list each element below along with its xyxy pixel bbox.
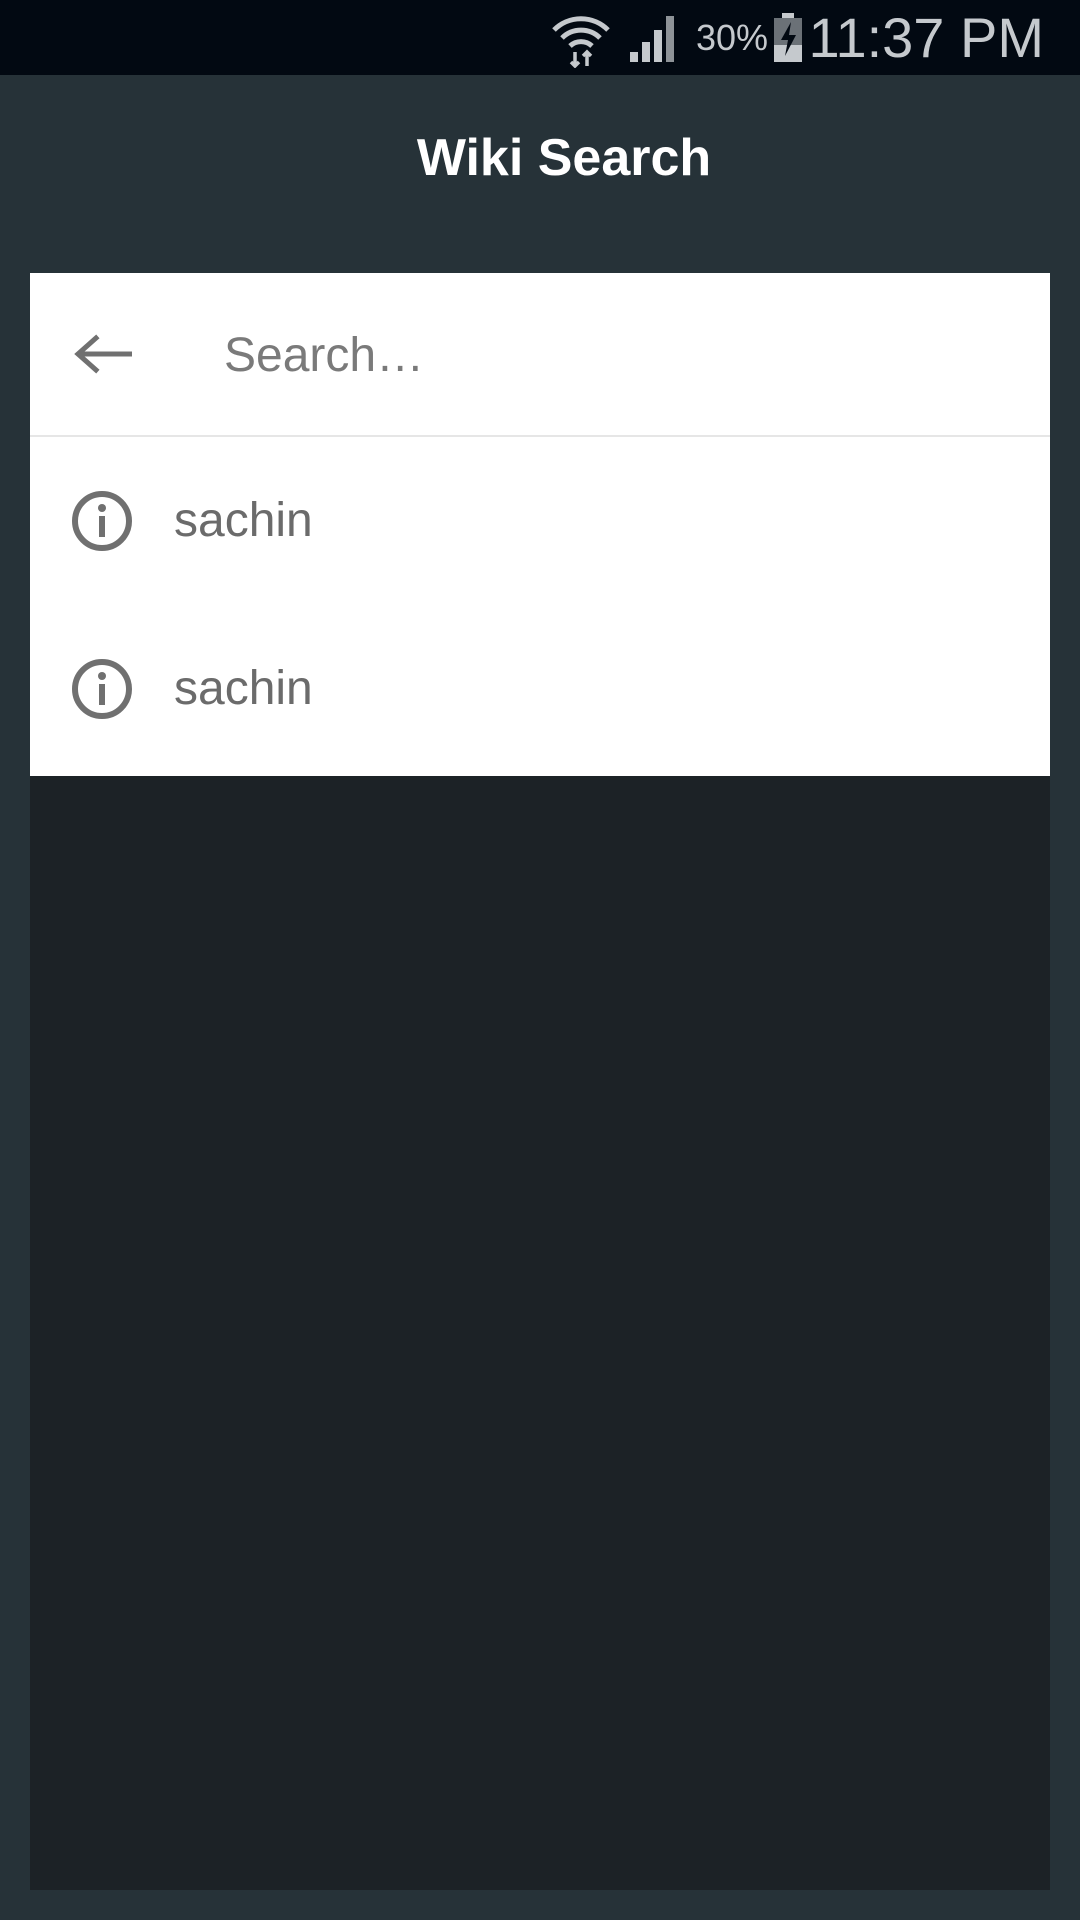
suggestion-item[interactable]: sachin <box>30 437 1050 605</box>
search-input[interactable] <box>222 309 1006 401</box>
info-icon <box>72 491 132 551</box>
app-bar: Wiki Search <box>0 75 1080 247</box>
suggestion-item[interactable]: sachin <box>30 605 1050 773</box>
search-bar <box>30 273 1050 437</box>
arrow-left-icon <box>74 334 132 374</box>
wifi-icon <box>550 0 612 75</box>
search-card: sachin sachin <box>30 273 1050 776</box>
page-title: Wiki Search <box>416 129 712 187</box>
clock: 11:37 PM <box>808 6 1044 69</box>
info-icon <box>72 659 132 719</box>
back-button[interactable] <box>68 319 138 389</box>
battery-percent: 30% <box>696 17 769 58</box>
suggestion-label: sachin <box>174 494 313 547</box>
suggestion-label: sachin <box>174 662 313 715</box>
status-bar: 30% 11:37 PM <box>0 0 1080 75</box>
signal-icon <box>628 0 680 75</box>
battery-charging-icon <box>772 0 804 75</box>
